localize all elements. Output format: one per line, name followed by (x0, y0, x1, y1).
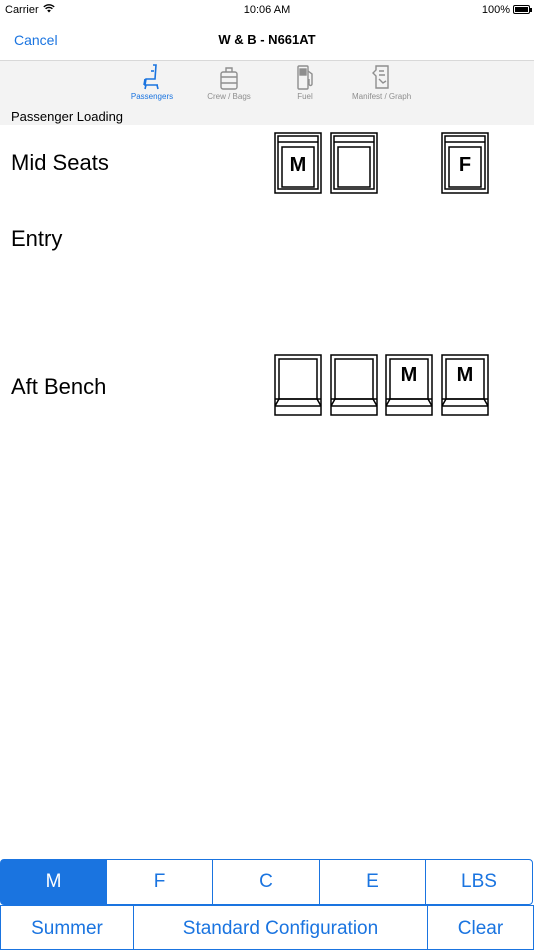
tab-fuel[interactable]: Fuel (283, 61, 327, 108)
standard-configuration-button[interactable]: Standard Configuration (133, 905, 428, 950)
page-title: W & B - N661AT (218, 32, 316, 47)
luggage-icon (218, 63, 240, 91)
passenger-type-segmented-control: M F C E LBS (0, 859, 534, 905)
section-title: Passenger Loading (11, 109, 124, 124)
aft-seat-4[interactable]: M (441, 354, 489, 416)
summer-button[interactable]: Summer (0, 905, 134, 950)
mid-seat-1[interactable]: M (274, 132, 322, 194)
aft-bench-label: Aft Bench (11, 374, 107, 399)
segment-c[interactable]: C (212, 859, 320, 905)
tab-fuel-label: Fuel (297, 92, 313, 101)
tab-crew-bags[interactable]: Crew / Bags (203, 61, 255, 108)
segment-m[interactable]: M (0, 859, 107, 905)
tab-crew-bags-label: Crew / Bags (207, 92, 251, 101)
aft-seat-3-value: M (400, 364, 418, 386)
seat-icon (141, 63, 163, 91)
aft-seat-2[interactable] (330, 354, 378, 416)
document-icon (370, 63, 392, 91)
segment-e[interactable]: E (319, 859, 426, 905)
fuel-pump-icon (294, 63, 316, 91)
clock: 10:06 AM (243, 4, 291, 16)
segment-lbs[interactable]: LBS (425, 859, 533, 905)
status-bar: Carrier 10:06 AM 100% (0, 0, 534, 20)
tab-passengers-label: Passengers (130, 92, 174, 101)
mid-seat-3-value: F (458, 154, 472, 176)
entry-label: Entry (11, 226, 63, 251)
tab-bar: Passengers Crew / Bags Fuel Manifest / G… (0, 60, 534, 107)
tab-manifest-graph-label: Manifest / Graph (352, 92, 412, 101)
mid-seat-3[interactable]: F (441, 132, 489, 194)
mid-seats-label: Mid Seats (11, 150, 109, 175)
mid-seat-1-value: M (289, 154, 307, 176)
aft-seat-3[interactable]: M (385, 354, 433, 416)
navigation-bar: Cancel W & B - N661AT (0, 20, 534, 60)
section-header: Passenger Loading (0, 107, 534, 125)
battery-icon (513, 5, 532, 14)
tab-passengers[interactable]: Passengers (128, 61, 176, 108)
segment-f[interactable]: F (106, 859, 213, 905)
battery-percent: 100% (481, 4, 510, 16)
clear-button[interactable]: Clear (427, 905, 534, 950)
aft-seat-1[interactable] (274, 354, 322, 416)
mid-seat-2[interactable] (330, 132, 378, 194)
tab-manifest-graph[interactable]: Manifest / Graph (352, 61, 412, 108)
aft-seat-4-value: M (456, 364, 474, 386)
action-bar: Summer Standard Configuration Clear (0, 905, 534, 950)
